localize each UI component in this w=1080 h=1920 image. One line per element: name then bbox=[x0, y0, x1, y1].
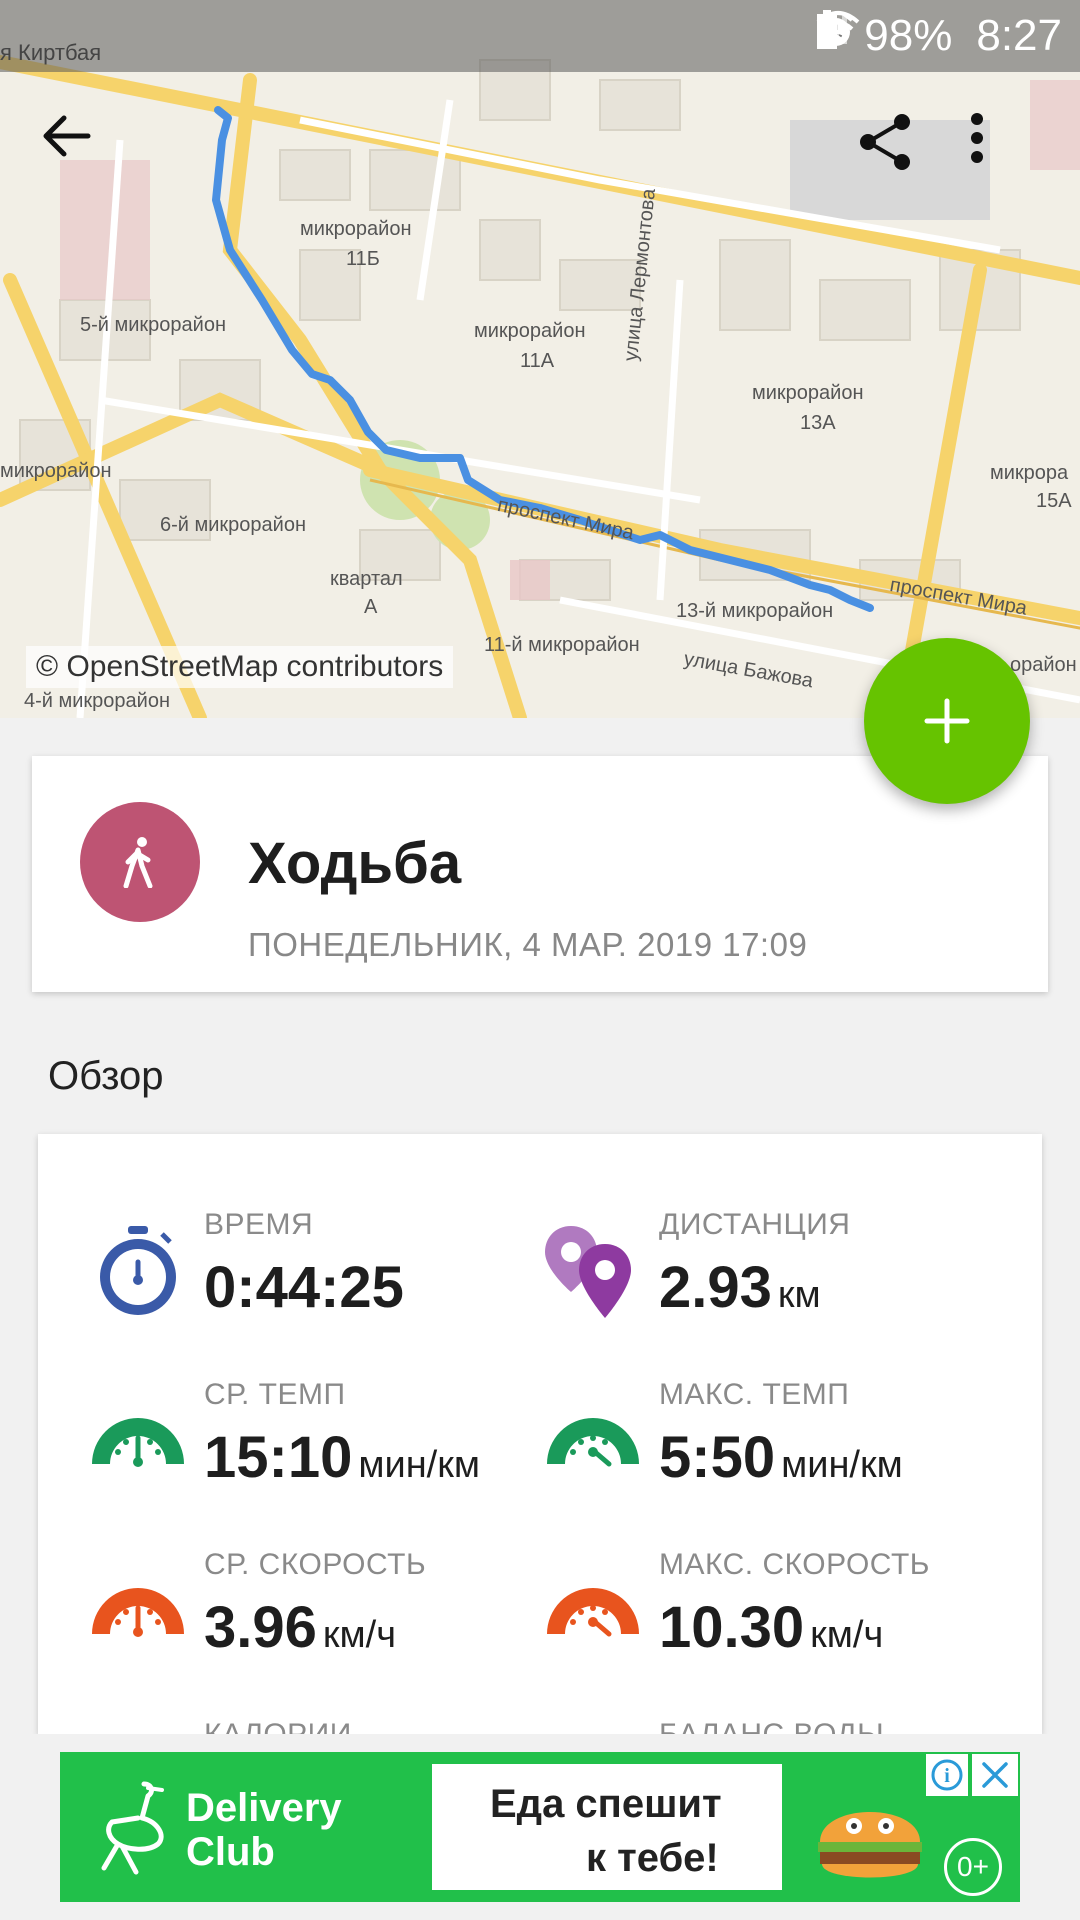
map-label: 13-й микрорайон bbox=[676, 600, 834, 622]
map-label: улица Бажова bbox=[682, 648, 815, 693]
route-map[interactable]: микрорайон 11Б 5-й микрорайон микрорайон… bbox=[0, 0, 1080, 718]
share-button[interactable] bbox=[856, 112, 946, 202]
stat-avg-speed: СР. СКОРОСТЬ 3.96 км/ч bbox=[88, 1548, 548, 1678]
map-label: орайон bbox=[1010, 654, 1077, 676]
stat-value: 2.93 bbox=[659, 1255, 772, 1320]
stat-label: МАКС. СКОРОСТЬ bbox=[659, 1548, 930, 1581]
map-label: улица Лермонтова bbox=[620, 187, 661, 363]
map-label: проспект Мира bbox=[495, 494, 636, 545]
location-pins-icon bbox=[545, 1226, 631, 1318]
map-label: А bbox=[364, 596, 378, 618]
back-button[interactable] bbox=[40, 110, 130, 200]
stat-value: 0:44:25 bbox=[204, 1255, 404, 1320]
clock: 8:27 bbox=[976, 11, 1062, 60]
stat-label: БАЛАНС ВОДЫ bbox=[659, 1718, 884, 1734]
stat-label: МАКС. ТЕМП bbox=[659, 1378, 850, 1411]
activity-icon-badge bbox=[80, 802, 200, 922]
stopwatch-icon bbox=[100, 1226, 176, 1315]
map-label: 6-й микрорайон bbox=[160, 514, 307, 536]
more-vert-icon bbox=[971, 113, 983, 163]
map-label: квартал bbox=[330, 568, 403, 590]
map-label: 5-й микрорайон bbox=[80, 314, 227, 336]
ad-slogan-box: Еда спешит к тебе! bbox=[432, 1764, 782, 1890]
map-label: 15А bbox=[1036, 490, 1072, 512]
stat-max-speed: МАКС. СКОРОСТЬ 10.30 км/ч bbox=[543, 1548, 1003, 1678]
speedometer-icon bbox=[92, 1418, 184, 1467]
add-button[interactable] bbox=[864, 638, 1030, 804]
status-bar: я Киртбая 98% 8:27 bbox=[0, 0, 1080, 72]
map-label: микрорайон bbox=[0, 460, 112, 482]
activity-card[interactable]: Ходьба ПОНЕДЕЛЬНИК, 4 МАР. 2019 17:09 bbox=[32, 756, 1048, 992]
map-label: 13А bbox=[800, 412, 836, 434]
stat-unit: км/ч bbox=[810, 1614, 884, 1656]
ostrich-logo-icon bbox=[101, 1781, 164, 1875]
speedometer-fast-icon bbox=[547, 1588, 639, 1637]
overview-heading: Обзор bbox=[48, 1054, 164, 1098]
age-rating-badge: 0+ bbox=[944, 1838, 1002, 1896]
stat-value: 3.96 bbox=[204, 1595, 317, 1660]
ad-info-button[interactable]: i bbox=[926, 1754, 968, 1796]
stat-label: ДИСТАНЦИЯ bbox=[659, 1208, 851, 1241]
stat-unit: мин/км bbox=[358, 1444, 480, 1486]
arrow-back-icon bbox=[43, 115, 91, 157]
stat-unit: км/ч bbox=[322, 1614, 396, 1656]
info-icon: i bbox=[931, 1759, 963, 1791]
stat-calories: КАЛОРИИ bbox=[88, 1718, 548, 1734]
close-icon bbox=[982, 1762, 1008, 1788]
activity-date: ПОНЕДЕЛЬНИК, 4 МАР. 2019 17:09 bbox=[248, 926, 808, 963]
ad-brand: Delivery Club bbox=[186, 1786, 342, 1874]
stat-time: ВРЕМЯ 0:44:25 bbox=[88, 1208, 548, 1338]
ad-close-button[interactable] bbox=[972, 1754, 1018, 1796]
more-options-button[interactable] bbox=[970, 112, 1030, 202]
map-label: микрорайон bbox=[752, 382, 864, 404]
activity-title: Ходьба bbox=[248, 831, 462, 896]
stat-value: 5:50 bbox=[659, 1425, 776, 1490]
stats-card: ВРЕМЯ 0:44:25 ДИСТАНЦИЯ 2.93 км СР. ТЕМП … bbox=[38, 1134, 1042, 1734]
stat-unit: мин/км bbox=[781, 1444, 903, 1486]
stat-label: ВРЕМЯ bbox=[204, 1208, 314, 1241]
stat-distance: ДИСТАНЦИЯ 2.93 км bbox=[543, 1208, 1003, 1338]
map-label: 11Б bbox=[346, 248, 380, 270]
share-icon bbox=[860, 114, 910, 170]
svg-text:i: i bbox=[944, 1765, 950, 1787]
speedometer-icon bbox=[92, 1588, 184, 1637]
stat-label: СР. СКОРОСТЬ bbox=[204, 1548, 427, 1581]
stat-unit: км bbox=[777, 1274, 821, 1316]
map-corner-label: я Киртбая bbox=[0, 40, 102, 65]
battery-percent: 98% bbox=[864, 11, 953, 60]
burger-illustration-icon bbox=[818, 1812, 922, 1878]
stat-label: СР. ТЕМП bbox=[204, 1378, 346, 1411]
stat-value: 15:10 bbox=[204, 1425, 353, 1490]
ad-banner[interactable]: Delivery Club Еда спешит к тебе! i 0+ bbox=[60, 1752, 1020, 1902]
map-label: микрорайон bbox=[300, 218, 412, 240]
map-attribution[interactable]: © OpenStreetMap contributors bbox=[26, 646, 454, 688]
ad-slogan-line2: к тебе! bbox=[586, 1836, 719, 1880]
ad-brand-line1: Delivery bbox=[186, 1786, 342, 1830]
map-label: микрора bbox=[990, 462, 1069, 484]
stat-label: КАЛОРИИ bbox=[204, 1718, 352, 1734]
ad-container: Delivery Club Еда спешит к тебе! i 0+ bbox=[0, 1734, 1080, 1920]
map-label: 4-й микрорайон bbox=[24, 690, 171, 712]
map-label: 11А bbox=[520, 350, 555, 372]
walking-person-icon bbox=[123, 837, 153, 888]
map-label: 11-й микрорайон bbox=[484, 634, 640, 656]
stat-avg-pace: СР. ТЕМП 15:10 мин/км bbox=[88, 1378, 548, 1508]
stat-water-balance: БАЛАНС ВОДЫ bbox=[543, 1718, 1003, 1734]
ad-brand-line2: Club bbox=[186, 1830, 275, 1874]
map-label: микрорайон bbox=[474, 320, 586, 342]
speedometer-fast-icon bbox=[547, 1418, 639, 1467]
ad-slogan-line1: Еда спешит bbox=[490, 1782, 722, 1826]
stat-value: 10.30 bbox=[659, 1595, 805, 1660]
stat-max-pace: МАКС. ТЕМП 5:50 мин/км bbox=[543, 1378, 1003, 1508]
map-label: проспект Мира bbox=[888, 574, 1029, 620]
plus-icon bbox=[924, 698, 970, 744]
